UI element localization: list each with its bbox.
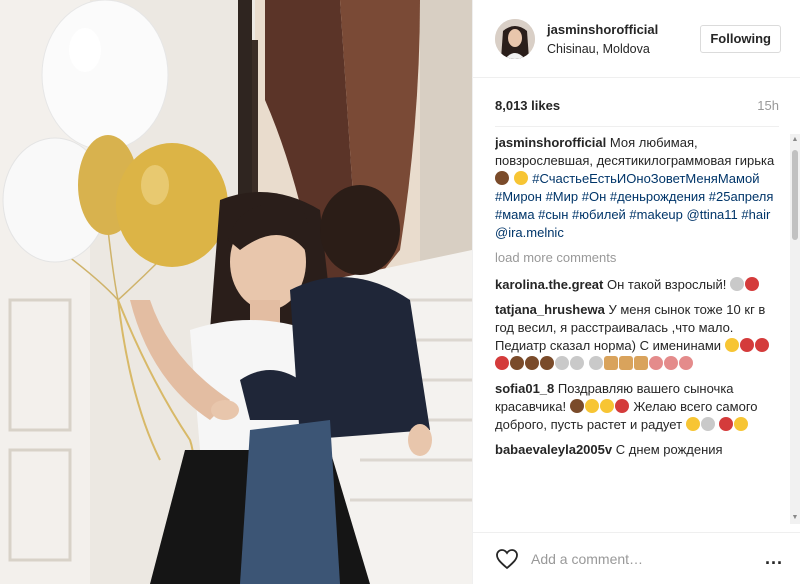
post-side-panel: jasminshorofficial Chisinau, Moldova Fol… xyxy=(472,0,800,584)
lips-emoji-icon xyxy=(719,417,734,431)
heart-icon[interactable] xyxy=(495,548,519,570)
cake-emoji-icon xyxy=(510,356,524,370)
pray-emoji-icon xyxy=(700,417,715,431)
balloon-emoji-icon xyxy=(495,356,509,370)
lollipop-emoji-icon xyxy=(570,356,584,370)
kiss-emoji-icon xyxy=(513,171,528,185)
scrollbar-thumb[interactable] xyxy=(792,150,798,240)
header-user-block: jasminshorofficial Chisinau, Moldova xyxy=(547,22,700,56)
avatar-image xyxy=(495,18,535,59)
monkey-emoji-icon xyxy=(495,171,509,185)
list-item: tatjana_hrushewa У меня сынок тоже 10 кг… xyxy=(495,301,779,373)
cake-emoji-icon xyxy=(525,356,539,370)
avatar[interactable] xyxy=(495,18,535,59)
header-username[interactable]: jasminshorofficial xyxy=(547,22,700,37)
angel-emoji-icon xyxy=(685,417,700,431)
kiss-emoji-icon xyxy=(734,417,749,431)
donut-emoji-icon xyxy=(663,356,678,370)
balloon-emoji-icon xyxy=(754,338,769,352)
post-header: jasminshorofficial Chisinau, Moldova Fol… xyxy=(473,0,800,78)
star-of-david-emoji-icon xyxy=(730,277,744,291)
comment-username[interactable]: sofia01_8 xyxy=(495,381,554,396)
scroll-up-arrow-icon[interactable]: ▲ xyxy=(791,136,799,144)
instagram-post-view: jasminshorofficial Chisinau, Moldova Fol… xyxy=(0,0,800,584)
party-emoji-icon xyxy=(584,399,599,413)
cake-slice-emoji-icon xyxy=(633,356,648,370)
cake-emoji-icon xyxy=(540,356,554,370)
header-location[interactable]: Chisinau, Moldova xyxy=(547,42,700,56)
list-item: sofia01_8 Поздравляю вашего сыночка крас… xyxy=(495,380,779,434)
comment-footer: ... xyxy=(473,532,800,584)
comment-username[interactable]: tatjana_hrushewa xyxy=(495,302,605,317)
cake-slice-emoji-icon xyxy=(618,356,633,370)
bee-emoji-icon xyxy=(599,399,614,413)
caption: jasminshorofficial Моя любимая, повзросл… xyxy=(495,134,779,242)
comment-username[interactable]: babaevaleyla2005v xyxy=(495,442,612,457)
comment-text: Он такой взрослый! xyxy=(607,277,727,292)
cake-slice-emoji-icon xyxy=(603,356,618,370)
smile-emoji-icon xyxy=(724,338,739,352)
comment-username[interactable]: karolina.the.great xyxy=(495,277,603,292)
balloon-emoji-icon xyxy=(745,277,759,291)
lollipop-emoji-icon xyxy=(555,356,569,370)
donut-emoji-icon xyxy=(678,356,693,370)
list-item: babaevaleyla2005v С днем рождения xyxy=(495,441,779,459)
cake-emoji-icon xyxy=(569,399,584,413)
comment-text: С днем рождения xyxy=(615,442,723,457)
list-item: karolina.the.great Он такой взрослый! xyxy=(495,276,779,294)
caption-username[interactable]: jasminshorofficial xyxy=(495,135,606,150)
donut-emoji-icon xyxy=(648,356,663,370)
post-photo[interactable] xyxy=(0,0,472,584)
divider xyxy=(495,126,779,127)
caption-hashtags[interactable]: #СчастьеЕстьИОноЗоветМеняМамой #Мирон #М… xyxy=(495,171,773,240)
scroll-down-arrow-icon[interactable]: ▼ xyxy=(791,514,799,522)
lollipop-emoji-icon xyxy=(588,356,603,370)
comments-list: jasminshorofficial Моя любимая, повзросл… xyxy=(495,134,779,524)
more-options-icon[interactable]: ... xyxy=(765,548,783,569)
heart-eyes-emoji-icon xyxy=(614,399,629,413)
comments-scrollbar[interactable]: ▲ ▼ xyxy=(790,134,800,524)
post-stats: 8,013 likes 15h xyxy=(495,98,779,113)
load-more-comments-link[interactable]: load more comments xyxy=(495,249,779,267)
post-time[interactable]: 15h xyxy=(757,98,779,113)
balloon-emoji-icon xyxy=(739,338,754,352)
following-button[interactable]: Following xyxy=(700,24,781,53)
likes-count[interactable]: 8,013 likes xyxy=(495,98,560,113)
post-photo-illustration xyxy=(0,0,472,584)
add-comment-input[interactable] xyxy=(531,550,765,567)
